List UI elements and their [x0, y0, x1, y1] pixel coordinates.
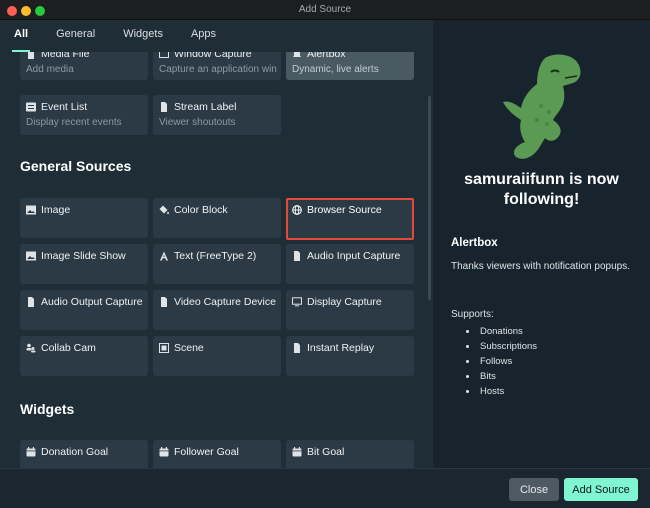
tile-instant-replay[interactable]: Instant Replay	[286, 336, 414, 376]
tile-label: Instant Replay	[307, 342, 375, 354]
tile-collab-cam[interactable]: Collab Cam	[20, 336, 148, 376]
tab-general[interactable]: General	[42, 20, 109, 52]
image-icon	[26, 251, 36, 261]
tile-donation-goal[interactable]: Donation Goal	[20, 440, 148, 468]
tile-label: Stream Label	[174, 101, 237, 113]
tile-description: Display recent events	[26, 117, 122, 128]
tile-event-list[interactable]: Event List Display recent events	[20, 95, 148, 135]
list-item: Hosts	[462, 384, 537, 399]
tile-image-slide-show[interactable]: Image Slide Show	[20, 244, 148, 284]
calendar-icon	[26, 447, 36, 457]
tile-label: Window Capture	[174, 52, 252, 60]
source-list-panel: All General Widgets Apps Media File Add …	[0, 20, 433, 468]
tile-label: Audio Output Capture	[41, 296, 143, 308]
tile-audio-output-capture[interactable]: Audio Output Capture	[20, 290, 148, 330]
title-bar: Add Source	[0, 0, 650, 20]
scrollbar-thumb[interactable]	[428, 96, 431, 300]
paint-bucket-icon	[159, 205, 169, 215]
alert-preview-text: samuraiifunn is now following!	[464, 171, 619, 208]
people-icon	[26, 343, 36, 353]
window-minimize-button[interactable]	[21, 6, 31, 16]
tile-label: Follower Goal	[174, 446, 239, 458]
tile-label: Color Block	[174, 204, 228, 216]
tile-label: Collab Cam	[41, 342, 96, 354]
tile-audio-input-capture[interactable]: Audio Input Capture	[286, 244, 414, 284]
tile-media-file[interactable]: Media File Add media	[20, 52, 148, 80]
calendar-icon	[292, 447, 302, 457]
tile-scene[interactable]: Scene	[153, 336, 281, 376]
bell-icon	[292, 52, 302, 59]
list-item: Donations	[462, 324, 537, 339]
tile-text-freetype[interactable]: Text (FreeType 2)	[153, 244, 281, 284]
tile-description: Viewer shoutouts	[159, 117, 236, 128]
tile-description: Dynamic, live alerts	[292, 64, 379, 75]
file-icon	[159, 102, 169, 112]
tile-video-capture-device[interactable]: Video Capture Device	[153, 290, 281, 330]
dinosaur-mascot-icon	[503, 54, 581, 159]
supports-label: Supports:	[451, 309, 494, 320]
list-item: Follows	[462, 354, 537, 369]
tile-browser-source[interactable]: Browser Source	[286, 198, 414, 238]
tile-description: Add media	[26, 64, 74, 75]
tab-widgets[interactable]: Widgets	[109, 20, 177, 52]
window-icon	[159, 52, 169, 59]
file-icon	[292, 251, 302, 261]
tile-label: Donation Goal	[41, 446, 109, 458]
add-source-button[interactable]: Add Source	[564, 478, 638, 501]
section-title-widgets: Widgets	[20, 401, 75, 417]
preview-heading: Alertbox	[451, 237, 498, 249]
tile-label: Alertbox	[307, 52, 346, 60]
window-close-button[interactable]	[7, 6, 17, 16]
list-item: Bits	[462, 369, 537, 384]
list-icon	[26, 102, 36, 112]
list-item: Subscriptions	[462, 339, 537, 354]
tile-label: Event List	[41, 101, 88, 113]
file-icon	[292, 343, 302, 353]
tile-label: Display Capture	[307, 296, 382, 308]
file-icon	[159, 297, 169, 307]
scene-icon	[159, 343, 169, 353]
file-icon	[26, 52, 36, 59]
tile-label: Image Slide Show	[41, 250, 126, 262]
category-tabs: All General Widgets Apps	[0, 20, 433, 52]
preview-description: Thanks viewers with notification popups.	[451, 261, 630, 272]
dialog-footer: Close Add Source	[0, 468, 650, 508]
tile-image[interactable]: Image	[20, 198, 148, 238]
window-title: Add Source	[298, 4, 352, 15]
file-icon	[26, 297, 36, 307]
tab-all[interactable]: All	[0, 20, 42, 52]
window-maximize-button[interactable]	[35, 6, 45, 16]
tile-display-capture[interactable]: Display Capture	[286, 290, 414, 330]
image-icon	[26, 205, 36, 215]
tile-label: Bit Goal	[307, 446, 345, 458]
tile-window-capture[interactable]: Window Capture Capture an application wi…	[153, 52, 281, 80]
tab-apps[interactable]: Apps	[177, 20, 230, 52]
tile-follower-goal[interactable]: Follower Goal	[153, 440, 281, 468]
close-button[interactable]: Close	[509, 478, 559, 501]
calendar-icon	[159, 447, 169, 457]
tile-label: Scene	[174, 342, 204, 354]
tile-label: Image	[41, 204, 71, 216]
source-scroll-area[interactable]: Media File Add media Window Capture Capt…	[0, 52, 433, 468]
tile-color-block[interactable]: Color Block	[153, 198, 281, 238]
tile-label: Video Capture Device	[174, 296, 276, 308]
tile-label: Media File	[41, 52, 90, 60]
tile-label: Audio Input Capture	[307, 250, 401, 262]
preview-panel: samuraiifunn is now following! Alertbox …	[433, 20, 650, 468]
tile-alertbox[interactable]: Alertbox Dynamic, live alerts	[286, 52, 414, 80]
tile-stream-label[interactable]: Stream Label Viewer shoutouts	[153, 95, 281, 135]
text-icon	[159, 251, 169, 261]
tile-label: Text (FreeType 2)	[174, 250, 257, 262]
tile-bit-goal[interactable]: Bit Goal	[286, 440, 414, 468]
monitor-icon	[292, 297, 302, 307]
tile-description: Capture an application window	[159, 64, 277, 75]
supports-list: Donations Subscriptions Follows Bits Hos…	[462, 324, 537, 399]
tile-label: Browser Source	[307, 204, 382, 216]
globe-icon	[292, 205, 302, 215]
section-title-general: General Sources	[20, 158, 132, 174]
